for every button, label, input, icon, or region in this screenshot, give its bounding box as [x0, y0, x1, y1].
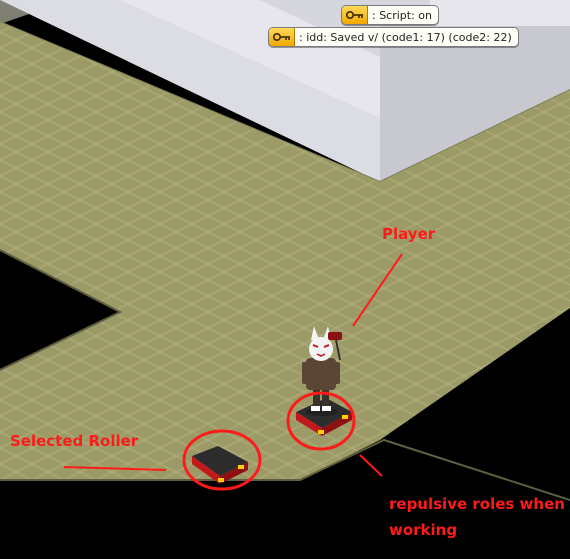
key-icon	[342, 6, 368, 24]
annotation-repulsive-line2: working	[389, 521, 458, 539]
annotation-repulsive-line1: repulsive roles when	[389, 495, 565, 513]
chat-bubble-save: : idd: Saved v/ (code1: 17) (code2: 22)	[268, 27, 519, 47]
game-room	[0, 0, 570, 559]
chat-text-save: : idd: Saved v/ (code1: 17) (code2: 22)	[299, 30, 512, 44]
key-icon	[269, 28, 295, 46]
chat-bubble-script: : Script: on	[341, 5, 440, 25]
annotation-selected-roller: Selected Roller	[10, 432, 139, 450]
chat-text-script: : Script: on	[372, 8, 433, 22]
annotation-player: Player	[382, 225, 436, 243]
